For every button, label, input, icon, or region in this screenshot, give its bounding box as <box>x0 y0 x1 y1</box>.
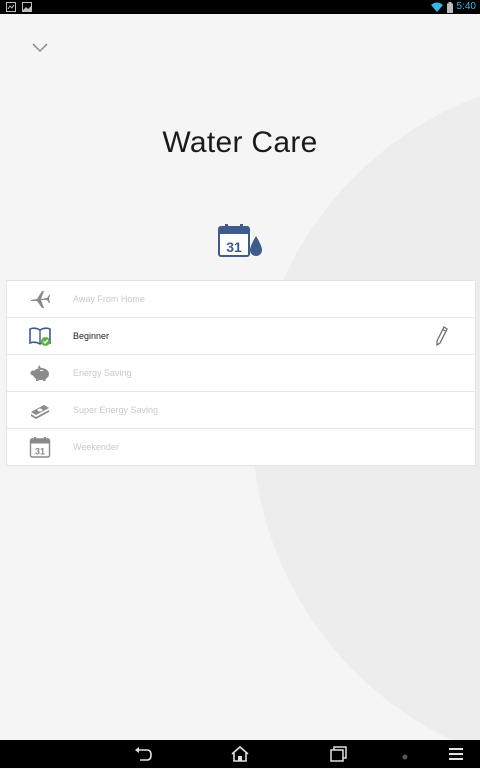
mode-item-beginner[interactable]: Beginner <box>7 318 475 355</box>
mode-label: Energy Saving <box>73 368 132 378</box>
back-icon <box>135 747 152 761</box>
recent-apps-button[interactable] <box>327 744 349 764</box>
mode-item-energy-saving[interactable]: Energy Saving <box>7 355 475 392</box>
money-stack-icon <box>31 405 49 419</box>
mode-label: Weekender <box>73 442 119 452</box>
menu-button[interactable] <box>446 744 466 764</box>
notification-image-icon <box>6 2 16 12</box>
mode-label: Super Energy Saving <box>73 405 159 415</box>
dot-icon <box>402 754 408 760</box>
mode-label: Away From Home <box>73 294 145 304</box>
piggy-bank-icon <box>30 365 49 381</box>
mode-item-super-energy-saving[interactable]: Super Energy Saving <box>7 392 475 429</box>
home-button[interactable] <box>229 744 251 764</box>
calendar-day: 31 <box>35 447 45 457</box>
mode-label: Beginner <box>73 331 110 341</box>
mode-list: Away From Home Beginner Energy Saving Su… <box>6 280 476 466</box>
recent-apps-icon <box>330 746 347 762</box>
calendar-water-drop-icon: 31 <box>218 224 262 257</box>
wifi-icon <box>430 2 443 12</box>
edit-mode-button[interactable] <box>435 326 449 347</box>
mode-item-weekender[interactable]: 31 Weekender <box>7 429 475 465</box>
status-bar: 5:40 <box>0 0 480 14</box>
pencil-icon <box>436 326 448 347</box>
calendar-day: 31 <box>226 239 242 255</box>
gallery-icon <box>22 2 32 12</box>
collapse-button[interactable] <box>28 38 52 58</box>
nav-dot <box>400 749 410 760</box>
chevron-down-icon <box>32 43 48 53</box>
back-button[interactable] <box>132 744 154 764</box>
status-time: 5:40 <box>456 1 476 12</box>
book-check-icon <box>29 327 51 346</box>
menu-icon <box>449 748 463 760</box>
airplane-icon <box>31 291 50 308</box>
mode-item-away-from-home[interactable]: Away From Home <box>7 281 475 318</box>
home-icon <box>231 745 249 762</box>
main-content: Water Care 31 Away From Home Beginner En… <box>0 14 480 740</box>
battery-icon <box>446 1 453 13</box>
navigation-bar <box>0 740 480 768</box>
calendar-icon: 31 <box>29 437 51 458</box>
page-title: Water Care <box>162 126 318 159</box>
